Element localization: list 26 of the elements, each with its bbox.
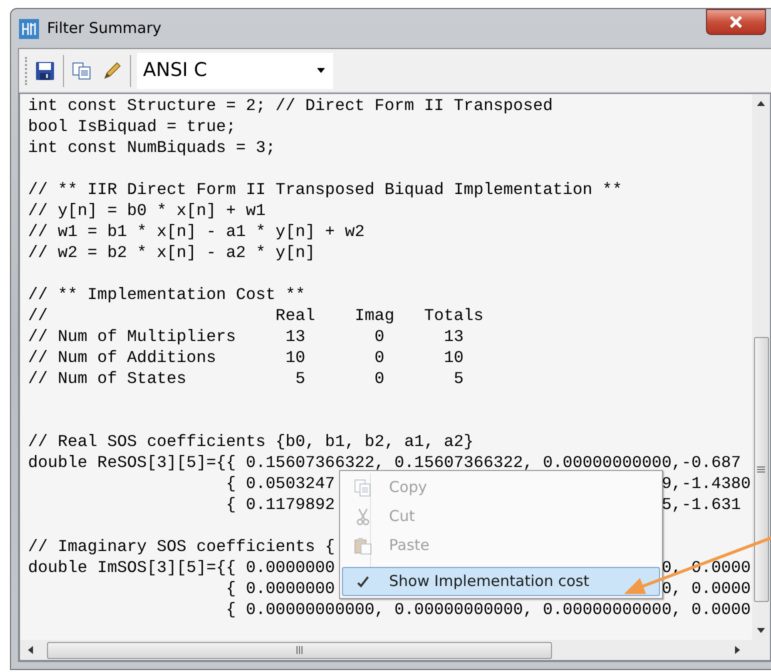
code-line: // ** Implementation Cost ** bbox=[28, 284, 306, 305]
code-line: { 0.0000000 bbox=[225, 578, 335, 599]
menu-item[interactable]: Show Implementation cost bbox=[342, 567, 660, 596]
code-line: // ** IIR Direct Form II Transposed Biquad Implementation ** bbox=[28, 179, 622, 200]
code-line: { 0.0503247 bbox=[225, 473, 335, 494]
code-line: // w2 = b2 * x[n] - a2 * y[n] bbox=[28, 242, 316, 263]
code-line: // w1 = b1 * x[n] - a1 * y[n] + w2 bbox=[28, 221, 365, 242]
code-line: 5,-1.631 bbox=[662, 494, 741, 515]
code-line: int const NumBiquads = 3; bbox=[28, 137, 276, 158]
code-line: { 0.00000000000, 0.00000000000, 0.00000000000, 0.0000 bbox=[225, 599, 751, 620]
code-line: 9,-1.4380 bbox=[662, 473, 751, 494]
code-line: double ReSOS[3][5]={{ 0.15607366322, 0.15607366322, 0.00000000000,-0.687 bbox=[28, 452, 741, 473]
code-line: // Imaginary SOS coefficients { bbox=[28, 536, 335, 557]
window-title: Filter Summary bbox=[47, 18, 162, 40]
format-dropdown[interactable]: ANSI C bbox=[137, 52, 333, 88]
code-line: // Num of Multipliers 13 0 13 bbox=[28, 326, 464, 347]
code-line: { 0.1179892 bbox=[225, 494, 335, 515]
code-line: // Real Imag Totals bbox=[28, 305, 484, 326]
code-line: int const Structure = 2; // Direct Form II Transposed bbox=[28, 95, 553, 116]
code-line: bool IsBiquad = true; bbox=[28, 116, 236, 137]
code-line: // Real SOS coefficients {b0, b1, b2, a1, a2} bbox=[28, 431, 474, 452]
code-line: // y[n] = b0 * x[n] + w1 bbox=[28, 200, 266, 221]
code-line: double ImSOS[3][5]={{ 0.0000000 bbox=[28, 557, 335, 578]
code-line: 0, 0.0000 bbox=[662, 578, 751, 599]
code-line: // Num of Additions 10 0 10 bbox=[28, 347, 464, 368]
code-line: // Num of States 5 0 5 bbox=[28, 368, 464, 389]
